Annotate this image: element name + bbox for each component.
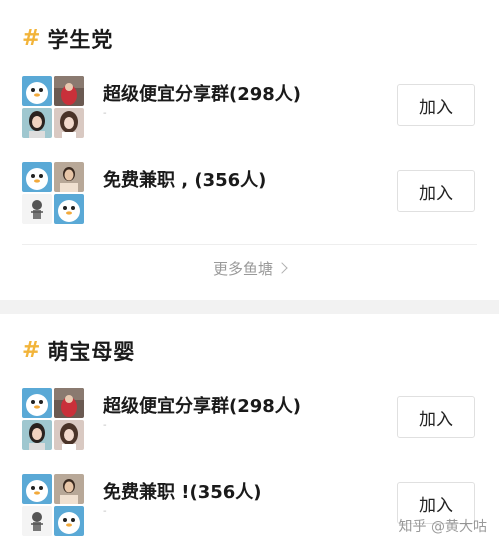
girl-photo xyxy=(54,108,84,138)
girl-photo xyxy=(54,420,84,450)
penguin-avatar-icon xyxy=(22,76,52,106)
penguin-avatar-icon xyxy=(54,194,84,224)
section-separator xyxy=(0,300,499,314)
watermark: 知乎 @黄大咕 xyxy=(398,519,487,535)
section-mother-baby: # 萌宝母婴 超级便宜分享群(298人) - 加入 免费兼职 !(356人) -… xyxy=(0,314,499,548)
group-name: 超级便宜分享群(298人) xyxy=(103,396,302,417)
penguin-avatar-icon xyxy=(54,506,84,536)
join-button[interactable]: 加入 xyxy=(397,170,475,212)
group-name: 超级便宜分享群(298人) xyxy=(103,84,302,105)
join-button[interactable]: 加入 xyxy=(397,84,475,126)
group-row[interactable]: 超级便宜分享群(298人) - 加入 xyxy=(0,76,499,146)
group-subtitle: - xyxy=(103,108,107,119)
hash-icon: # xyxy=(22,338,41,363)
group-subtitle: - xyxy=(103,420,107,431)
group-subtitle: - xyxy=(103,506,107,517)
group-name: 免费兼职 , (356人) xyxy=(103,170,267,191)
section-header: # 萌宝母婴 xyxy=(22,336,135,366)
chevron-right-icon xyxy=(276,262,288,274)
section-students: # 学生党 超级便宜分享群(298人) - 加入 免费兼职 , (356人) 加… xyxy=(0,0,499,300)
hash-icon: # xyxy=(22,26,41,51)
group-avatar-grid xyxy=(22,76,84,138)
group-avatar-grid xyxy=(22,474,84,536)
group-name: 免费兼职 !(356人) xyxy=(103,482,262,503)
red-figure-photo xyxy=(54,388,84,418)
girl-photo xyxy=(22,420,52,450)
man-photo xyxy=(54,162,84,192)
section-title: 学生党 xyxy=(47,28,114,52)
red-figure-photo xyxy=(54,76,84,106)
group-row[interactable]: 超级便宜分享群(298人) - 加入 xyxy=(0,388,499,458)
group-avatar-grid xyxy=(22,162,84,224)
section-header: # 学生党 xyxy=(22,24,113,54)
cartoon-figure-icon xyxy=(22,194,52,224)
more-ponds-link[interactable]: 更多鱼塘 xyxy=(0,258,499,279)
divider xyxy=(22,244,477,245)
section-title: 萌宝母婴 xyxy=(47,340,136,364)
girl-photo xyxy=(22,108,52,138)
cartoon-figure-icon xyxy=(22,506,52,536)
group-row[interactable]: 免费兼职 , (356人) 加入 xyxy=(0,162,499,232)
join-button[interactable]: 加入 xyxy=(397,396,475,438)
more-ponds-label: 更多鱼塘 xyxy=(212,260,273,278)
group-avatar-grid xyxy=(22,388,84,450)
man-photo xyxy=(54,474,84,504)
penguin-avatar-icon xyxy=(22,388,52,418)
penguin-avatar-icon xyxy=(22,162,52,192)
penguin-avatar-icon xyxy=(22,474,52,504)
